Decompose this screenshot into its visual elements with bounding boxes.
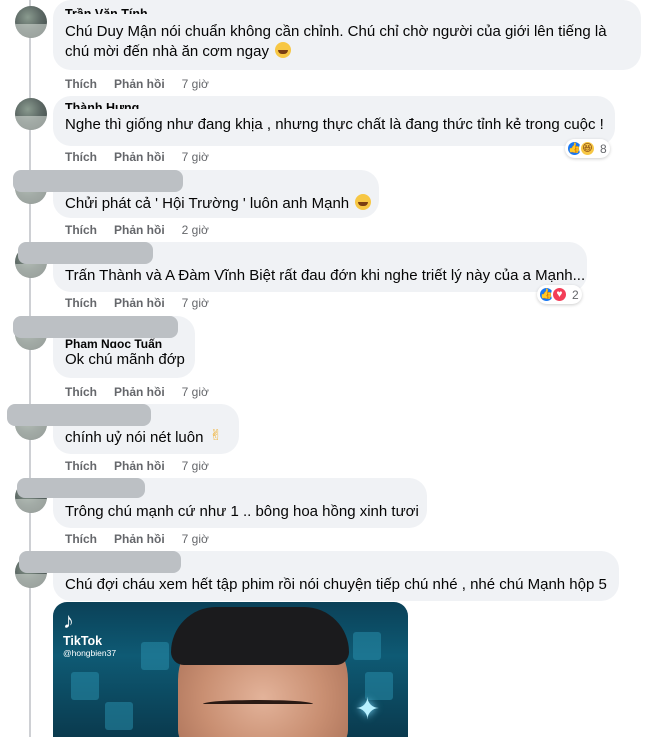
reaction-summary[interactable]: 👍 ♥ 2 [537, 285, 582, 304]
video-person-eyes [203, 700, 313, 708]
reaction-count: 2 [572, 287, 579, 302]
comment-text: Chửi phát cả ' Hội Trường ' luôn anh Mạn… [65, 194, 372, 214]
comment-actions: Thích Phản hồi 7 giờ [65, 150, 209, 164]
tiktok-brand-text: TikTok [63, 634, 103, 648]
reaction-summary[interactable]: 👍 😆 8 [565, 139, 610, 158]
comment-actions: Thích Phản hồi 2 giờ [65, 223, 209, 237]
grinning-emoji-icon [275, 42, 292, 58]
redacted-author-name [13, 170, 183, 192]
timestamp[interactable]: 7 giờ [182, 459, 209, 473]
comment-actions: Thích Phản hồi 7 giờ [65, 385, 209, 399]
victory-hand-emoji-icon [210, 426, 226, 446]
timestamp[interactable]: 7 giờ [182, 532, 209, 546]
reply-button[interactable]: Phản hồi [114, 532, 165, 546]
video-person-hair [171, 607, 349, 665]
like-button[interactable]: Thích [65, 296, 97, 310]
comment-text: Trông chú mạnh cứ như 1 .. bông hoa hồng… [65, 503, 419, 520]
comment-text: chính uỷ nói nét luôn [65, 426, 227, 448]
comment-actions: Thích Phản hồi 7 giờ [65, 459, 209, 473]
tiktok-icon: ♪ [63, 608, 74, 633]
comment-bubble: Trần Văn Tính Chú Duy Mận nói chuẩn khôn… [53, 0, 641, 70]
redacted-author-name [18, 242, 153, 264]
comment-actions: Thích Phản hồi 7 giờ [65, 296, 209, 310]
love-reaction-icon: ♥ [551, 286, 568, 303]
comment-text-content: chính uỷ nói nét luôn [65, 429, 204, 446]
avatar[interactable] [15, 98, 47, 130]
comment-bubble: Thành Hưng Nghe thì giống như đang khịa … [53, 96, 615, 146]
comment-bubble: Trông chú mạnh cứ như 1 .. bông hoa hồng… [17, 478, 427, 528]
like-button[interactable]: Thích [65, 532, 97, 546]
redacted-author-name [17, 478, 145, 498]
comment-text: Nghe thì giống như đang khịa , nhưng thự… [65, 116, 604, 133]
comment-text: Ok chú mãnh đớp [65, 351, 185, 368]
background-tile [353, 632, 381, 660]
comment-bubble: chính uỷ nói nét luôn [7, 404, 239, 454]
timestamp[interactable]: 7 giờ [182, 150, 209, 164]
reply-button[interactable]: Phản hồi [114, 459, 165, 473]
comment-actions: Thích Phản hồi 7 giờ [65, 532, 209, 546]
grinning-emoji-icon [355, 194, 372, 210]
comment-bubble: Trấn Thành và A Đàm Vĩnh Biệt rất đau đớ… [18, 242, 587, 292]
reply-button[interactable]: Phản hồi [114, 150, 165, 164]
comment-text-content: Chửi phát cả ' Hội Trường ' luôn anh Mạn… [65, 195, 350, 212]
like-button[interactable]: Thích [65, 150, 97, 164]
timestamp[interactable]: 7 giờ [182, 77, 209, 91]
comment-actions: Thích Phản hồi 7 giờ [65, 77, 209, 91]
reply-button[interactable]: Phản hồi [114, 296, 165, 310]
like-button[interactable]: Thích [65, 77, 97, 91]
like-button[interactable]: Thích [65, 223, 97, 237]
redacted-author-name [7, 404, 151, 426]
reply-button[interactable]: Phản hồi [114, 77, 165, 91]
comment-bubble: Chú đợi cháu xem hết tập phim rồi nói ch… [19, 551, 619, 601]
avatar[interactable] [15, 6, 47, 38]
comment-bubble: Chửi phát cả ' Hội Trường ' luôn anh Mạn… [13, 170, 379, 218]
like-button[interactable]: Thích [65, 385, 97, 399]
video-attachment[interactable]: ♪ TikTok @hongbien37 ✦ [53, 602, 408, 737]
comment-text-content: Chú Duy Mận nói chuẩn không cần chỉnh. C… [65, 23, 607, 60]
timestamp[interactable]: 7 giờ [182, 385, 209, 399]
tiktok-handle: @hongbien37 [63, 648, 117, 658]
reaction-count: 8 [600, 141, 607, 156]
comment-author[interactable]: Trần Văn Tính [65, 6, 629, 14]
timestamp[interactable]: 2 giờ [182, 223, 209, 237]
haha-reaction-icon: 😆 [579, 140, 596, 157]
redacted-author-name [19, 551, 181, 573]
comment-text: Chú đợi cháu xem hết tập phim rồi nói ch… [65, 576, 607, 593]
background-tile [141, 642, 169, 670]
background-tile [71, 672, 99, 700]
comment-author[interactable]: Phạm Ngọc Tuấn [65, 338, 183, 348]
reply-button[interactable]: Phản hồi [114, 385, 165, 399]
comment-text: Chú Duy Mận nói chuẩn không cần chỉnh. C… [65, 22, 629, 62]
timestamp[interactable]: 7 giờ [182, 296, 209, 310]
sparkle-icon: ✦ [354, 693, 380, 726]
reply-button[interactable]: Phản hồi [114, 223, 165, 237]
comment-author[interactable]: Thành Hưng [65, 100, 603, 109]
tiktok-watermark: ♪ TikTok @hongbien37 [63, 608, 123, 659]
like-button[interactable]: Thích [65, 459, 97, 473]
comment-bubble: Phạm Ngọc Tuấn Ok chú mãnh đớp [13, 316, 195, 378]
redacted-author-name [13, 316, 178, 338]
background-tile [105, 702, 133, 730]
comment-text: Trấn Thành và A Đàm Vĩnh Biệt rất đau đớ… [65, 267, 586, 284]
